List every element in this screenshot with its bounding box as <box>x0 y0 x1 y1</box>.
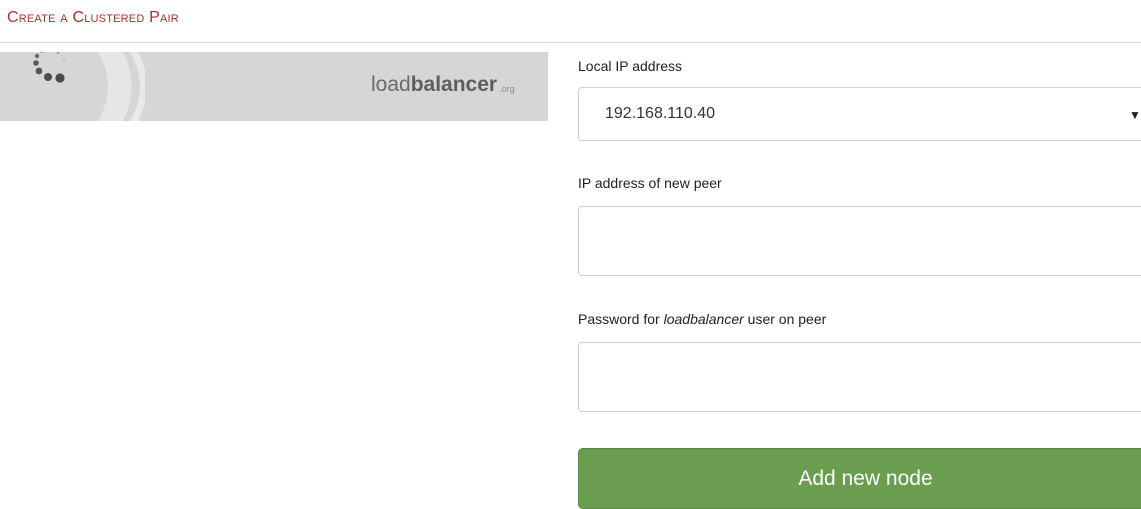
password-label-suffix: user on peer <box>743 311 827 327</box>
peer-ip-label: IP address of new peer <box>578 175 722 191</box>
chevron-down-icon: ▼ <box>1129 108 1141 122</box>
add-new-node-button[interactable]: Add new node <box>578 448 1141 509</box>
peer-ip-input[interactable] <box>579 207 1141 275</box>
peer-ip-field-wrapper <box>578 206 1141 276</box>
loading-spinner-icon <box>33 52 65 83</box>
password-label: Password for loadbalancer user on peer <box>578 311 826 327</box>
local-ip-select[interactable]: 192.168.110.40 ▼ <box>578 87 1141 141</box>
logo-light-text: load <box>371 73 411 96</box>
password-field-wrapper <box>578 342 1141 412</box>
password-label-prefix: Password for <box>578 311 664 327</box>
logo-bold-text: balancer <box>410 73 498 96</box>
local-ip-selected-value: 192.168.110.40 <box>605 105 716 122</box>
loadbalancer-logo: loadbalancer .org <box>371 73 515 97</box>
loadbalancer-banner: loadbalancer .org <box>0 52 548 121</box>
password-input[interactable] <box>579 343 1141 411</box>
title-divider <box>0 42 1141 43</box>
logo-suffix-text: .org <box>499 84 515 94</box>
local-ip-label: Local IP address <box>578 58 683 74</box>
password-label-user: loadbalancer <box>663 311 744 327</box>
page-title: Create a Clustered Pair <box>7 9 179 26</box>
